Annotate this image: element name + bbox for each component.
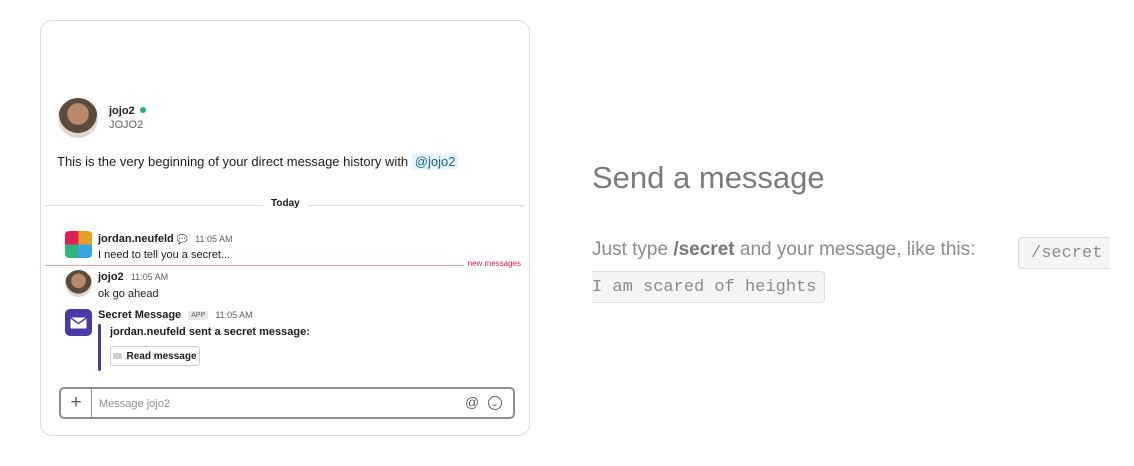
attachment-bar — [98, 324, 101, 371]
plus-icon[interactable]: + — [61, 389, 92, 417]
message-author[interactable]: Secret Message — [98, 309, 181, 321]
instructions-title: Send a message — [592, 160, 825, 195]
jojo-avatar[interactable] — [65, 270, 92, 297]
emoji-icon[interactable] — [488, 396, 502, 410]
app-badge: APP — [188, 311, 209, 320]
message-time[interactable]: 11:05 AM — [215, 310, 252, 320]
history-intro: This is the very beginning of your direc… — [57, 153, 459, 170]
instructions-text: Just type /secret and your message, like… — [592, 239, 976, 260]
example-code-line1: /secret — [1018, 237, 1110, 269]
message-header: jojo2 11:05 AM — [98, 271, 168, 283]
user-mention[interactable]: @jojo2 — [411, 153, 459, 170]
message-text: ok go ahead — [98, 288, 159, 300]
day-divider-label: Today — [263, 198, 308, 209]
read-message-button[interactable]: Read message — [110, 346, 200, 366]
at-icon[interactable]: @ — [465, 394, 479, 410]
message-time[interactable]: 11:05 AM — [131, 272, 168, 282]
message-author[interactable]: jojo2 — [98, 271, 124, 283]
message-text: I need to tell you a secret... — [98, 249, 231, 261]
dm-user-handle: JOJO2 — [109, 119, 144, 131]
message-composer: + @ — [59, 387, 515, 419]
chat-bubble-icon: 💬 — [176, 234, 189, 244]
dm-panel: jojo2 JOJO2 This is the very beginning o… — [40, 20, 530, 436]
secret-app-avatar[interactable] — [65, 309, 92, 336]
message-time[interactable]: 11:05 AM — [195, 234, 232, 244]
message-input[interactable] — [97, 394, 451, 414]
message-author[interactable]: jordan.neufeld — [98, 233, 174, 245]
message-header: jordan.neufeld 💬 11:05 AM — [98, 233, 232, 245]
user-avatar[interactable] — [58, 98, 98, 138]
message-header: Secret Message APP 11:05 AM — [98, 309, 253, 321]
attachment-title: jordan.neufeld sent a secret message: — [110, 326, 310, 338]
command-keyword: /secret — [673, 239, 735, 260]
envelope-icon — [70, 316, 87, 328]
new-messages-line — [45, 265, 525, 266]
envelope-icon — [113, 353, 123, 359]
example-code-line2: I am scared of heights — [592, 271, 826, 303]
new-messages-label: new messages — [463, 259, 525, 268]
dm-user-name[interactable]: jojo2 — [109, 105, 146, 117]
jordan-avatar[interactable] — [65, 231, 92, 258]
presence-dot-icon — [139, 107, 146, 113]
